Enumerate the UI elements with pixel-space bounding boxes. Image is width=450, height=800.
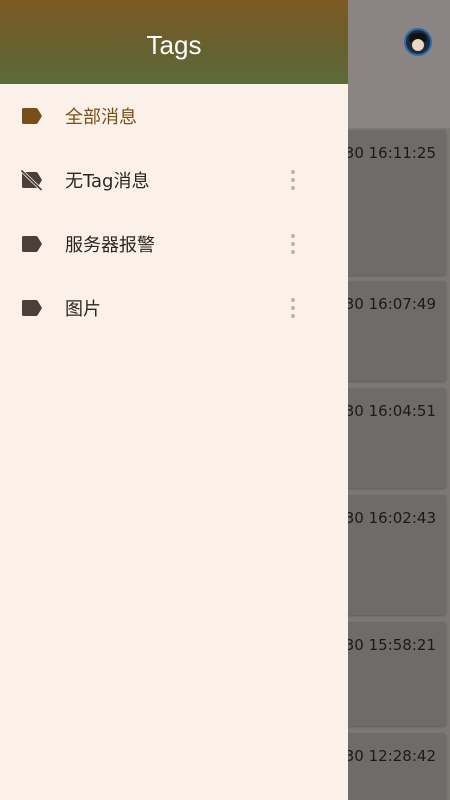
tag-off-icon xyxy=(20,169,43,192)
drawer-title: Tags xyxy=(146,30,202,60)
drawer-item-server-alert[interactable]: 服务器报警 xyxy=(0,212,348,276)
drawer-header: Tags xyxy=(0,0,348,84)
avatar xyxy=(404,28,432,56)
tag-icon xyxy=(22,236,42,252)
tags-drawer: Tags 全部消息 无Tag消息 服务器报警 图片 xyxy=(0,0,348,800)
more-dot xyxy=(291,306,295,310)
drawer-item-images[interactable]: 图片 xyxy=(0,276,348,340)
drawer-item-label: 无Tag消息 xyxy=(65,171,150,192)
more-dot xyxy=(291,314,295,318)
drawer-item-label: 全部消息 xyxy=(65,107,137,128)
drawer-item-label: 图片 xyxy=(65,299,101,320)
more-dot xyxy=(291,250,295,254)
more-dot xyxy=(291,178,295,182)
drawer-item-all-messages[interactable]: 全部消息 xyxy=(0,84,348,148)
more-dot xyxy=(291,186,295,190)
tag-icon xyxy=(22,300,42,316)
more-options-button[interactable] xyxy=(281,292,305,324)
more-dot xyxy=(291,234,295,238)
more-dot xyxy=(291,298,295,302)
avatar-face xyxy=(412,39,424,51)
tag-icon xyxy=(22,108,42,124)
more-dot xyxy=(291,242,295,246)
drawer-item-no-tag[interactable]: 无Tag消息 xyxy=(0,148,348,212)
more-dot xyxy=(291,170,295,174)
more-options-button[interactable] xyxy=(281,164,305,196)
more-options-button[interactable] xyxy=(281,228,305,260)
drawer-item-label: 服务器报警 xyxy=(65,235,155,256)
